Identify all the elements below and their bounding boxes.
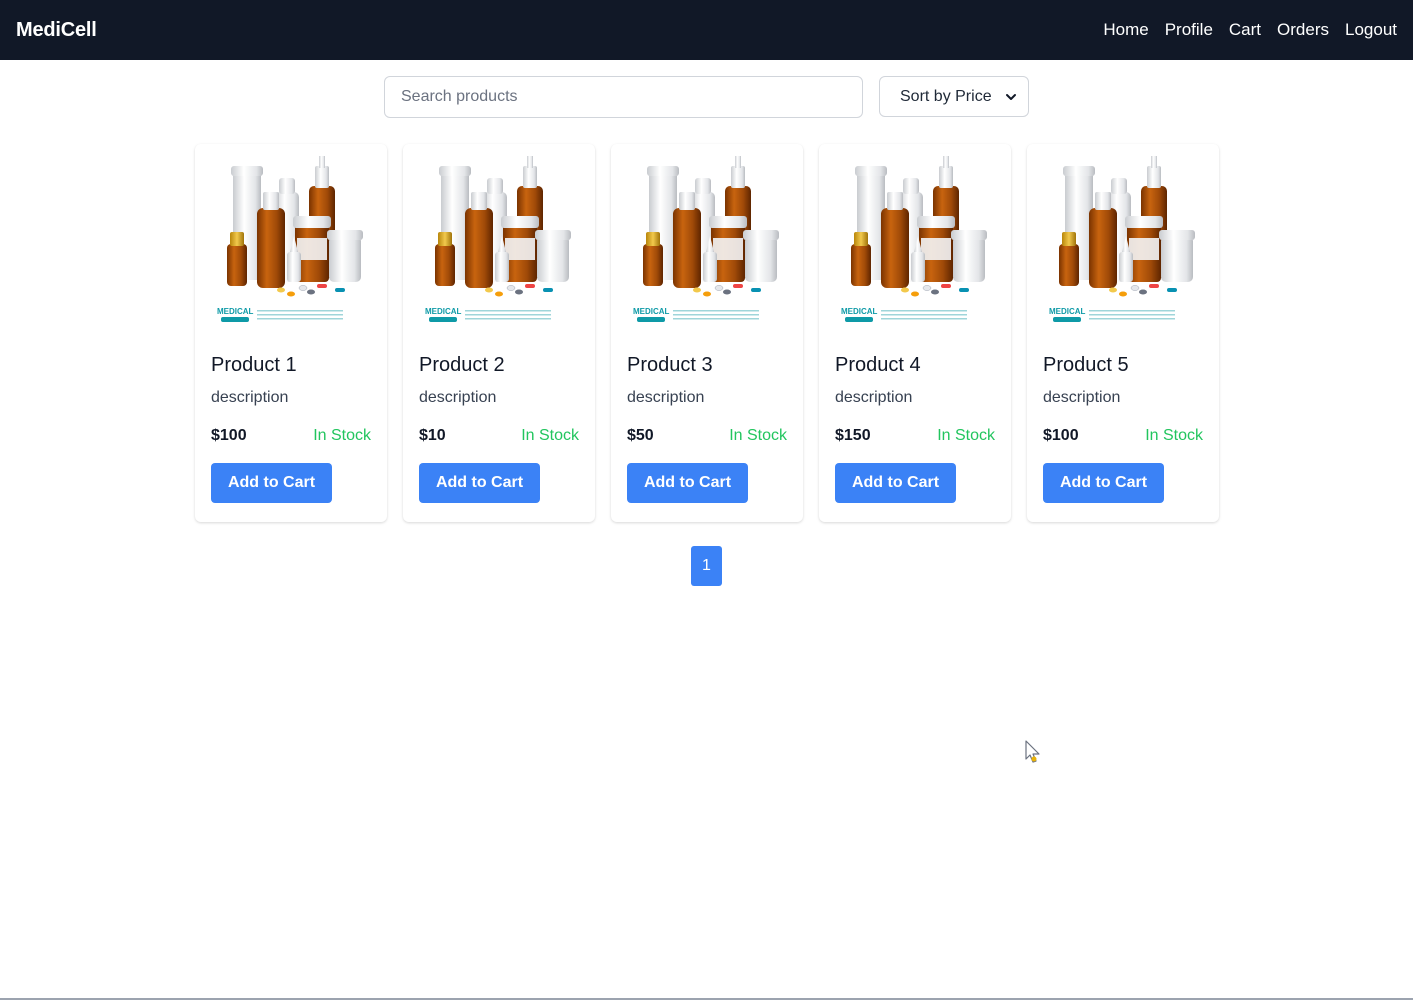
stock-status: In Stock <box>313 427 371 444</box>
add-to-cart-button[interactable]: Add to Cart <box>835 463 956 503</box>
product-description: description <box>211 389 289 406</box>
product-title: Product 5 <box>1043 354 1129 376</box>
product-description: description <box>419 389 497 406</box>
price-stock-row: $10 In Stock <box>419 427 579 445</box>
add-to-cart-button[interactable]: Add to Cart <box>1043 463 1164 503</box>
product-image <box>419 152 579 332</box>
product-image <box>835 152 995 332</box>
search-sort-toolbar: Sort by Price <box>384 76 1029 118</box>
product-price: $50 <box>627 427 654 444</box>
product-card: Product 1 description $100 In Stock Add … <box>195 144 387 522</box>
stock-status: In Stock <box>1145 427 1203 444</box>
product-price: $100 <box>1043 427 1079 444</box>
product-card: Product 3 description $50 In Stock Add t… <box>611 144 803 522</box>
add-to-cart-button[interactable]: Add to Cart <box>627 463 748 503</box>
stock-status: In Stock <box>521 427 579 444</box>
pagination: 1 <box>691 546 722 586</box>
nav-links: Home Profile Cart Orders Logout <box>1103 20 1397 40</box>
product-title: Product 4 <box>835 354 921 376</box>
product-price: $100 <box>211 427 247 444</box>
product-description: description <box>835 389 913 406</box>
product-price: $150 <box>835 427 871 444</box>
add-to-cart-button[interactable]: Add to Cart <box>419 463 540 503</box>
price-stock-row: $100 In Stock <box>1043 427 1203 445</box>
stock-status: In Stock <box>729 427 787 444</box>
product-price: $10 <box>419 427 446 444</box>
nav-cart-link[interactable]: Cart <box>1229 20 1261 40</box>
product-title: Product 1 <box>211 354 297 376</box>
price-stock-row: $50 In Stock <box>627 427 787 445</box>
search-input[interactable] <box>384 76 863 118</box>
nav-home-link[interactable]: Home <box>1103 20 1148 40</box>
chevron-down-icon <box>1006 93 1016 100</box>
product-card: Product 4 description $150 In Stock Add … <box>819 144 1011 522</box>
product-card: Product 2 description $10 In Stock Add t… <box>403 144 595 522</box>
top-navbar: MediCell Home Profile Cart Orders Logout <box>0 0 1413 60</box>
mouse-cursor-icon <box>1025 740 1040 763</box>
product-image <box>211 152 371 332</box>
product-card: Product 5 description $100 In Stock Add … <box>1027 144 1219 522</box>
page-button-current[interactable]: 1 <box>691 546 722 586</box>
product-description: description <box>1043 389 1121 406</box>
sort-select[interactable]: Sort by Price <box>879 76 1029 117</box>
stock-status: In Stock <box>937 427 995 444</box>
add-to-cart-button[interactable]: Add to Cart <box>211 463 332 503</box>
price-stock-row: $100 In Stock <box>211 427 371 445</box>
product-description: description <box>627 389 705 406</box>
brand-logo[interactable]: MediCell <box>16 19 97 42</box>
sort-select-value: Sort by Price <box>900 87 992 105</box>
nav-profile-link[interactable]: Profile <box>1165 20 1213 40</box>
product-image <box>1043 152 1203 332</box>
product-grid: Product 1 description $100 In Stock Add … <box>195 144 1219 522</box>
nav-orders-link[interactable]: Orders <box>1277 20 1329 40</box>
product-title: Product 3 <box>627 354 713 376</box>
product-image <box>627 152 787 332</box>
nav-logout-link[interactable]: Logout <box>1345 20 1397 40</box>
product-title: Product 2 <box>419 354 505 376</box>
price-stock-row: $150 In Stock <box>835 427 995 445</box>
